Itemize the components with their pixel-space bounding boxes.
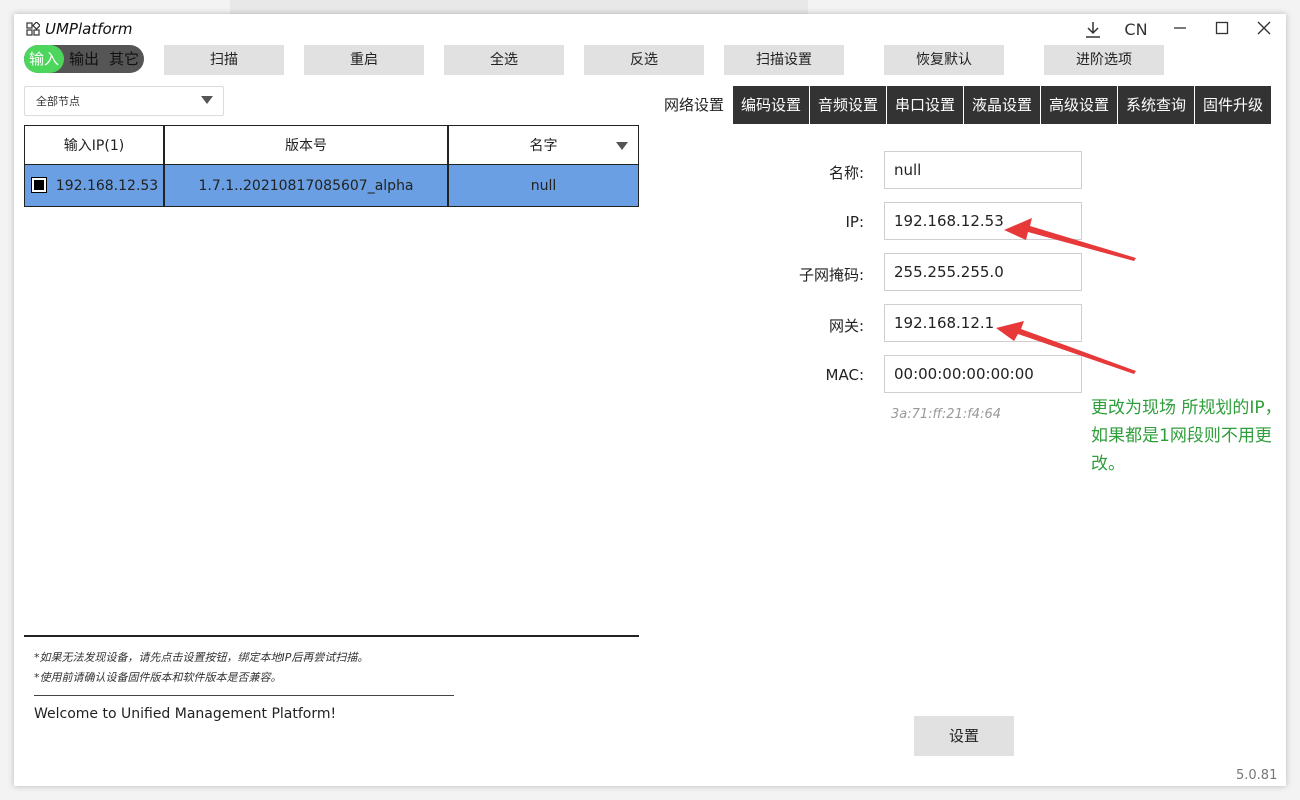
app-window: UMPlatform CN 输入 输出 其它 扫描 重启 全选 反选 扫描设置 … xyxy=(14,14,1286,786)
invert-selection-button[interactable]: 反选 xyxy=(584,45,704,75)
tab-serial-settings[interactable]: 串口设置 xyxy=(887,86,963,124)
column-header-name-label: 名字 xyxy=(529,138,558,154)
device-table: 输入IP(1) 版本号 名字 192.168.12.53 1.7.1..2021… xyxy=(24,125,639,207)
hint-line-2: *使用前请确认设备固件版本和软件版本是否兼容。 xyxy=(34,671,282,684)
row-name: null xyxy=(447,165,638,206)
apply-settings-button[interactable]: 设置 xyxy=(914,716,1014,756)
tab-lcd-settings[interactable]: 液晶设置 xyxy=(964,86,1040,124)
restart-button[interactable]: 重启 xyxy=(304,45,424,75)
advanced-options-button[interactable]: 进阶选项 xyxy=(1044,45,1164,75)
chevron-down-icon xyxy=(201,96,213,104)
column-header-version[interactable]: 版本号 xyxy=(163,126,447,164)
mac-label: MAC: xyxy=(825,366,864,384)
restore-default-button[interactable]: 恢复默认 xyxy=(884,45,1004,75)
close-icon[interactable] xyxy=(1252,18,1276,42)
tab-audio-settings[interactable]: 音频设置 xyxy=(810,86,886,124)
node-filter-value: 全部节点 xyxy=(36,95,80,108)
gateway-label: 网关: xyxy=(828,317,864,335)
app-logo-icon xyxy=(26,22,40,36)
name-field[interactable]: null xyxy=(884,151,1082,189)
mode-toggle: 输入 输出 其它 xyxy=(24,45,144,73)
log-divider xyxy=(34,695,454,696)
scan-button[interactable]: 扫描 xyxy=(164,45,284,75)
mac-hint: 3a:71:ff:21:f4:64 xyxy=(891,407,1001,422)
row-checkbox[interactable] xyxy=(31,177,47,193)
column-header-ip[interactable]: 输入IP(1) xyxy=(25,126,163,164)
tab-encoding-settings[interactable]: 编码设置 xyxy=(733,86,809,124)
tab-firmware-upgrade[interactable]: 固件升级 xyxy=(1195,86,1271,124)
ip-label: IP: xyxy=(845,213,864,231)
column-header-name[interactable]: 名字 xyxy=(447,126,638,164)
select-all-button[interactable]: 全选 xyxy=(444,45,564,75)
table-row[interactable]: 192.168.12.53 1.7.1..20210817085607_alph… xyxy=(24,165,639,207)
gateway-field[interactable]: 192.168.12.1 xyxy=(884,304,1082,342)
annotation-note: 更改为现场 所规划的IP，如果都是1网段则不用更改。 xyxy=(1091,398,1282,474)
background-window-strip xyxy=(230,0,808,14)
version-label: 5.0.81 xyxy=(1236,768,1278,783)
maximize-icon[interactable] xyxy=(1210,18,1234,42)
log-message: Welcome to Unified Management Platform! xyxy=(34,706,337,722)
notes-divider xyxy=(24,635,639,637)
sort-arrow-icon xyxy=(616,142,628,150)
mac-field[interactable]: 00:00:00:00:00:00 xyxy=(884,355,1082,393)
language-toggle[interactable]: CN xyxy=(1118,18,1154,42)
table-header: 输入IP(1) 版本号 名字 xyxy=(24,125,639,165)
tab-system-query[interactable]: 系统查询 xyxy=(1118,86,1194,124)
subnet-mask-field[interactable]: 255.255.255.0 xyxy=(884,253,1082,291)
subnet-label: 子网掩码: xyxy=(798,266,864,284)
download-icon[interactable] xyxy=(1080,18,1106,42)
tab-network-settings[interactable]: 网络设置 xyxy=(656,86,732,124)
minimize-icon[interactable] xyxy=(1168,18,1192,42)
tab-advanced-settings[interactable]: 高级设置 xyxy=(1041,86,1117,124)
mode-input-button[interactable]: 输入 xyxy=(24,45,64,73)
scan-settings-button[interactable]: 扫描设置 xyxy=(724,45,844,75)
app-title: UMPlatform xyxy=(45,20,133,38)
row-version: 1.7.1..20210817085607_alpha xyxy=(163,165,447,206)
name-label: 名称: xyxy=(828,164,864,182)
row-ip: 192.168.12.53 xyxy=(55,177,159,194)
hint-line-1: *如果无法发现设备，请先点击设置按钮，绑定本地IP后再尝试扫描。 xyxy=(34,651,369,664)
mode-output-button[interactable]: 输出 xyxy=(65,45,103,73)
node-filter-dropdown[interactable]: 全部节点 xyxy=(24,86,224,116)
ip-field[interactable]: 192.168.12.53 xyxy=(884,202,1082,240)
mode-other-button[interactable]: 其它 xyxy=(104,45,144,73)
